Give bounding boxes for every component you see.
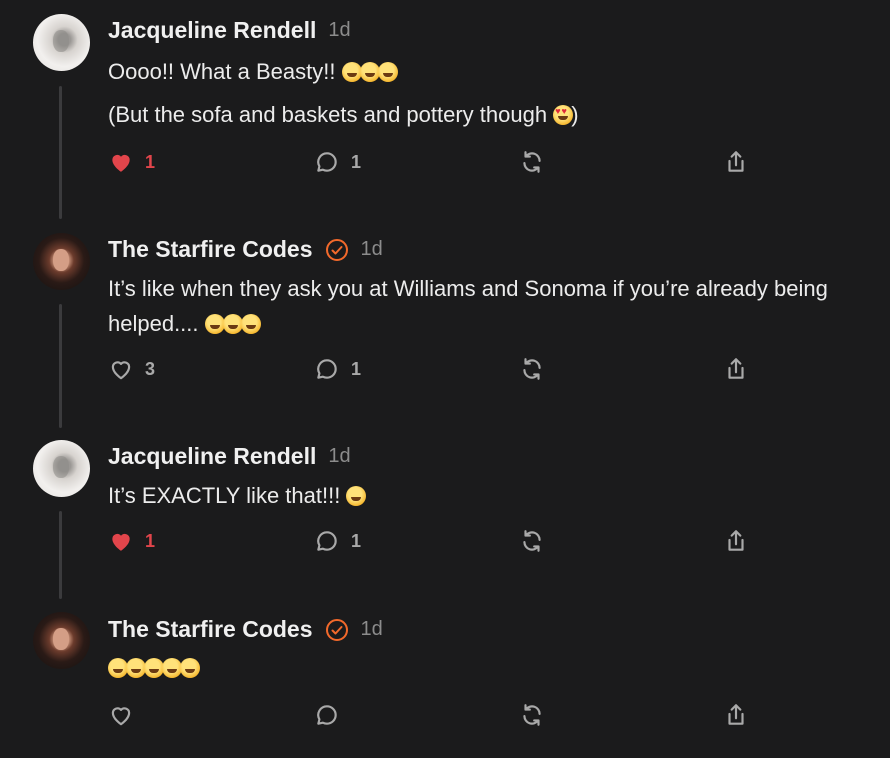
- thread-line: [59, 511, 62, 599]
- comment-actions: [108, 702, 758, 732]
- reply-button[interactable]: 1: [314, 149, 361, 175]
- reply-button[interactable]: [314, 702, 340, 728]
- heart-icon: [111, 361, 131, 380]
- comment-actions: 3 1: [108, 356, 758, 386]
- share-button[interactable]: [723, 702, 749, 728]
- share-icon: [728, 151, 744, 172]
- emoji-group: [204, 311, 261, 336]
- heart-icon: [112, 154, 130, 172]
- thread-line: [59, 304, 62, 428]
- share-button[interactable]: [723, 149, 749, 175]
- comment-bubble-icon: [317, 531, 337, 551]
- author-name[interactable]: Jacqueline Rendell: [108, 443, 316, 470]
- restack-button[interactable]: [519, 702, 545, 728]
- like-button[interactable]: 3: [108, 356, 155, 382]
- verified-check-icon: [325, 238, 348, 261]
- author-name[interactable]: The Starfire Codes: [108, 236, 313, 263]
- timestamp[interactable]: 1d: [361, 238, 383, 261]
- comment-bubble-icon: [317, 705, 337, 725]
- comment-bubble-icon: [317, 359, 337, 379]
- author-name[interactable]: Jacqueline Rendell: [108, 17, 316, 44]
- avatar[interactable]: [33, 440, 90, 497]
- emoji-group: [341, 59, 398, 84]
- emoji-group: [108, 655, 200, 680]
- avatar[interactable]: [33, 612, 90, 669]
- restack-icon: [523, 358, 541, 380]
- restack-button[interactable]: [519, 149, 545, 175]
- comment-header: Jacqueline Rendell 1d: [108, 17, 351, 44]
- emoji-group: [346, 483, 367, 508]
- avatar[interactable]: [33, 233, 90, 290]
- comment-bubble-icon: [317, 152, 337, 172]
- restack-button[interactable]: [519, 528, 545, 554]
- comment-header: The Starfire Codes 1d: [108, 236, 383, 263]
- reply-button[interactable]: 1: [314, 356, 361, 382]
- share-icon: [728, 530, 744, 551]
- comment-text: Oooo!! What a Beasty!!: [108, 54, 888, 89]
- share-button[interactable]: [723, 356, 749, 382]
- heart-icon: [112, 533, 130, 551]
- like-button[interactable]: [108, 702, 134, 728]
- timestamp[interactable]: 1d: [328, 19, 350, 42]
- share-icon: [728, 704, 744, 725]
- reply-count: 1: [351, 358, 362, 379]
- timestamp[interactable]: 1d: [361, 618, 383, 641]
- like-count: 1: [145, 151, 156, 172]
- like-button[interactable]: 1: [108, 149, 155, 175]
- comment-text: It’s EXACTLY like that!!!: [108, 478, 888, 513]
- comment-text-paragraph: (But the sofa and baskets and pottery th…: [108, 102, 579, 128]
- heart-icon: [111, 707, 131, 726]
- comment-actions: 1 1: [108, 149, 758, 179]
- avatar[interactable]: [33, 14, 90, 71]
- comment-header: Jacqueline Rendell 1d: [108, 443, 351, 470]
- reply-count: 1: [351, 151, 362, 172]
- like-count: 3: [145, 358, 156, 379]
- comment-actions: 1 1: [108, 528, 758, 558]
- like-button[interactable]: 1: [108, 528, 155, 554]
- timestamp[interactable]: 1d: [328, 445, 350, 468]
- restack-icon: [523, 151, 541, 173]
- restack-icon: [523, 530, 541, 552]
- comment-text: [108, 650, 888, 685]
- share-button[interactable]: [723, 528, 749, 554]
- reply-button[interactable]: 1: [314, 528, 361, 554]
- share-icon: [728, 358, 744, 379]
- author-name[interactable]: The Starfire Codes: [108, 616, 313, 643]
- restack-icon: [523, 704, 541, 726]
- reply-count: 1: [351, 530, 362, 551]
- restack-button[interactable]: [519, 356, 545, 382]
- thread-line: [59, 86, 62, 219]
- comment-text: It’s like when they ask you at Williams …: [108, 276, 828, 336]
- like-count: 1: [145, 530, 156, 551]
- comment-header: The Starfire Codes 1d: [108, 616, 383, 643]
- verified-check-icon: [325, 618, 348, 641]
